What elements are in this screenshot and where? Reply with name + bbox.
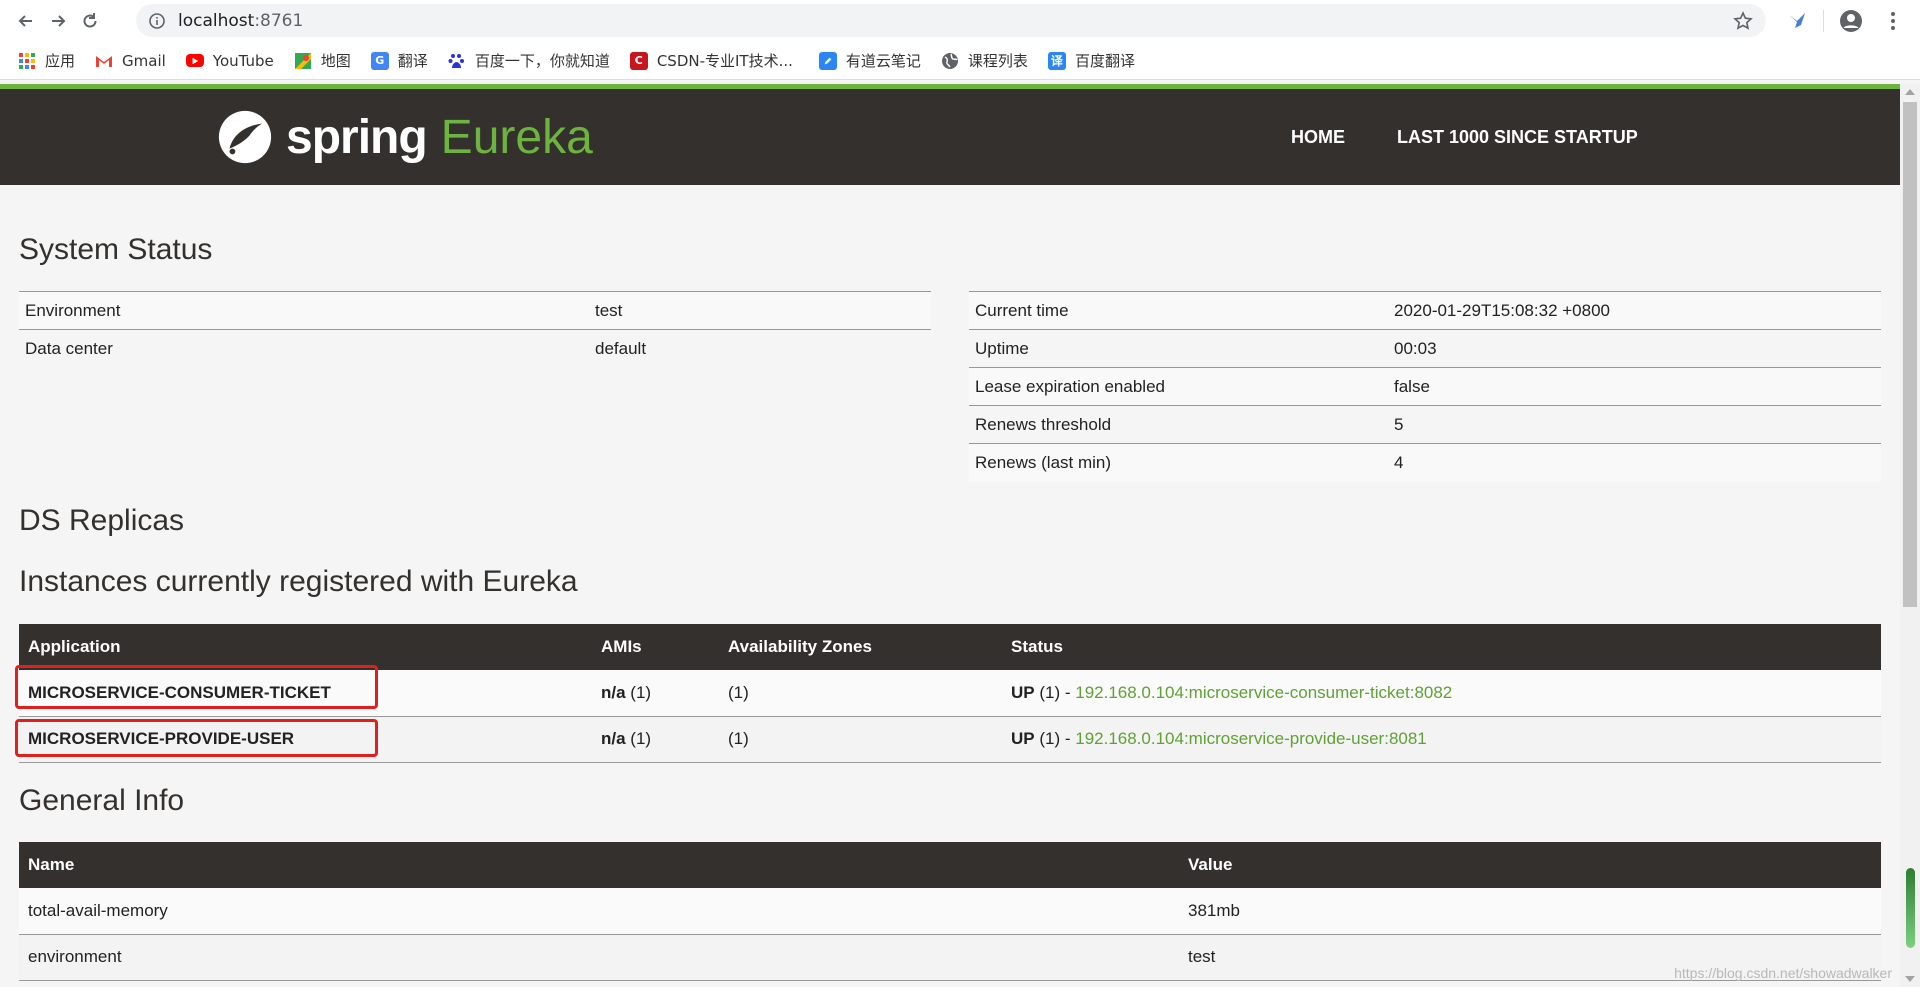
spring-leaf-icon	[218, 110, 272, 164]
status-value: default	[589, 329, 931, 368]
reload-icon[interactable]	[76, 7, 104, 35]
bookmark-maps[interactable]: 地图	[294, 50, 351, 71]
browser-toolbar: localhost:8761	[0, 0, 1920, 42]
logo-eureka-text: Eureka	[440, 110, 593, 164]
spring-eureka-logo[interactable]: spring Eureka	[216, 107, 593, 167]
scroll-thumb[interactable]	[1903, 102, 1917, 607]
col-name: Name	[19, 842, 1179, 888]
status-value: 4	[1388, 443, 1881, 482]
status-key: Renews threshold	[969, 405, 1388, 444]
zones-cell: (1)	[719, 716, 1002, 763]
table-row: environment test	[19, 934, 1881, 981]
table-row: Uptime 00:03	[969, 329, 1881, 368]
bookmarks-bar: 应用 Gmail YouTube 地图 G 翻译 百度一下，你就知道 C CSD…	[0, 42, 1920, 80]
scroll-indicator	[1906, 868, 1915, 948]
profile-avatar-icon[interactable]	[1836, 6, 1866, 36]
bookmark-youdao-note[interactable]: 有道云笔记	[818, 50, 921, 71]
page-scrollbar[interactable]	[1900, 84, 1920, 987]
table-header-row: Name Value	[19, 842, 1881, 888]
menu-dots-icon[interactable]	[1878, 6, 1908, 36]
nav-home-link[interactable]: HOME	[1291, 127, 1345, 148]
info-icon[interactable]	[148, 12, 166, 30]
bookmark-course-list[interactable]: 课程列表	[941, 50, 1028, 71]
baidu-translate-icon: 译	[1047, 51, 1066, 70]
youdao-note-icon	[818, 51, 837, 70]
col-availability-zones: Availability Zones	[719, 624, 1002, 670]
status-value: false	[1388, 367, 1881, 406]
apps-grid-icon	[18, 52, 36, 70]
table-row: Renews (last min) 4	[969, 443, 1881, 482]
col-value: Value	[1179, 842, 1881, 888]
bookmark-baidu[interactable]: 百度一下，你就知道	[448, 50, 610, 71]
status-value: 5	[1388, 405, 1881, 444]
youtube-icon	[185, 54, 204, 67]
address-bar[interactable]: localhost:8761	[136, 4, 1766, 37]
instance-link[interactable]: 192.168.0.104:microservice-consumer-tick…	[1075, 683, 1452, 702]
info-value: 381mb	[1179, 888, 1881, 935]
status-key: Lease expiration enabled	[969, 367, 1388, 406]
general-info-table: Name Value total-avail-memory 381mb envi…	[19, 842, 1881, 981]
gmail-icon	[95, 52, 113, 70]
table-row: Renews threshold 5	[969, 405, 1881, 444]
maps-icon	[294, 52, 312, 70]
col-application: Application	[19, 624, 592, 670]
table-row: Data center default	[19, 329, 931, 368]
status-key: Environment	[19, 291, 589, 330]
system-status-title: System Status	[19, 233, 213, 266]
system-status-left-table: Environment test Data center default	[19, 291, 931, 368]
instance-link[interactable]: 192.168.0.104:microservice-provide-user:…	[1075, 729, 1427, 748]
status-value: 00:03	[1388, 329, 1881, 368]
nav-last-1000-link[interactable]: LAST 1000 SINCE STARTUP	[1397, 127, 1638, 148]
status-key: Uptime	[969, 329, 1388, 368]
info-name: environment	[19, 934, 1179, 981]
translate-icon: G	[370, 51, 389, 70]
col-status: Status	[1002, 624, 1881, 670]
logo-spring-text: spring	[286, 110, 428, 164]
baidu-icon	[448, 52, 466, 70]
page-content: spring Eureka HOME LAST 1000 SINCE START…	[0, 84, 1900, 987]
back-arrow-icon[interactable]	[12, 7, 40, 35]
status-key: Renews (last min)	[969, 443, 1388, 482]
toolbar-separator	[1823, 10, 1824, 32]
bookmark-youtube[interactable]: YouTube	[185, 52, 274, 70]
instances-title: Instances currently registered with Eure…	[19, 565, 578, 598]
watermark-text: https://blog.csdn.net/showadwalker	[1674, 965, 1892, 981]
scroll-up-arrow-icon[interactable]	[1905, 89, 1915, 95]
table-row: total-avail-memory 381mb	[19, 888, 1881, 935]
zones-cell: (1)	[719, 670, 1002, 717]
status-key: Data center	[19, 329, 589, 368]
bookmark-gmail[interactable]: Gmail	[95, 52, 166, 70]
system-status-right-table: Current time 2020-01-29T15:08:32 +0800 U…	[969, 291, 1881, 482]
bookmark-baidu-translate[interactable]: 译 百度翻译	[1047, 50, 1135, 71]
general-info-title: General Info	[19, 784, 185, 817]
bookmark-star-icon[interactable]	[1732, 10, 1754, 32]
highlight-box-provider	[15, 719, 378, 757]
status-value: 2020-01-29T15:08:32 +0800	[1388, 291, 1881, 330]
table-row: Lease expiration enabled false	[969, 367, 1881, 406]
info-name: total-avail-memory	[19, 888, 1179, 935]
amis-cell: n/a (1)	[592, 670, 719, 717]
status-cell: UP (1) - 192.168.0.104:microservice-cons…	[1002, 670, 1881, 717]
url-text: localhost:8761	[178, 10, 304, 31]
bookmark-apps[interactable]: 应用	[18, 50, 75, 71]
csdn-icon: C	[629, 51, 648, 70]
amis-cell: n/a (1)	[592, 716, 719, 763]
bookmark-translate[interactable]: G 翻译	[370, 50, 428, 71]
status-cell: UP (1) - 192.168.0.104:microservice-prov…	[1002, 716, 1881, 763]
ds-replicas-title: DS Replicas	[19, 504, 185, 537]
table-row: Environment test	[19, 291, 931, 330]
table-row: Current time 2020-01-29T15:08:32 +0800	[969, 291, 1881, 330]
status-key: Current time	[969, 291, 1388, 330]
extension-bird-icon[interactable]	[1782, 6, 1812, 36]
globe-icon	[941, 52, 959, 70]
forward-arrow-icon[interactable]	[44, 7, 72, 35]
eureka-header: spring Eureka HOME LAST 1000 SINCE START…	[0, 89, 1900, 185]
table-header-row: Application AMIs Availability Zones Stat…	[19, 624, 1881, 670]
status-value: test	[589, 291, 931, 330]
highlight-box-consumer	[15, 665, 378, 709]
scroll-down-arrow-icon[interactable]	[1905, 976, 1915, 982]
col-amis: AMIs	[592, 624, 719, 670]
bookmark-csdn[interactable]: C CSDN-专业IT技术...	[629, 50, 793, 71]
